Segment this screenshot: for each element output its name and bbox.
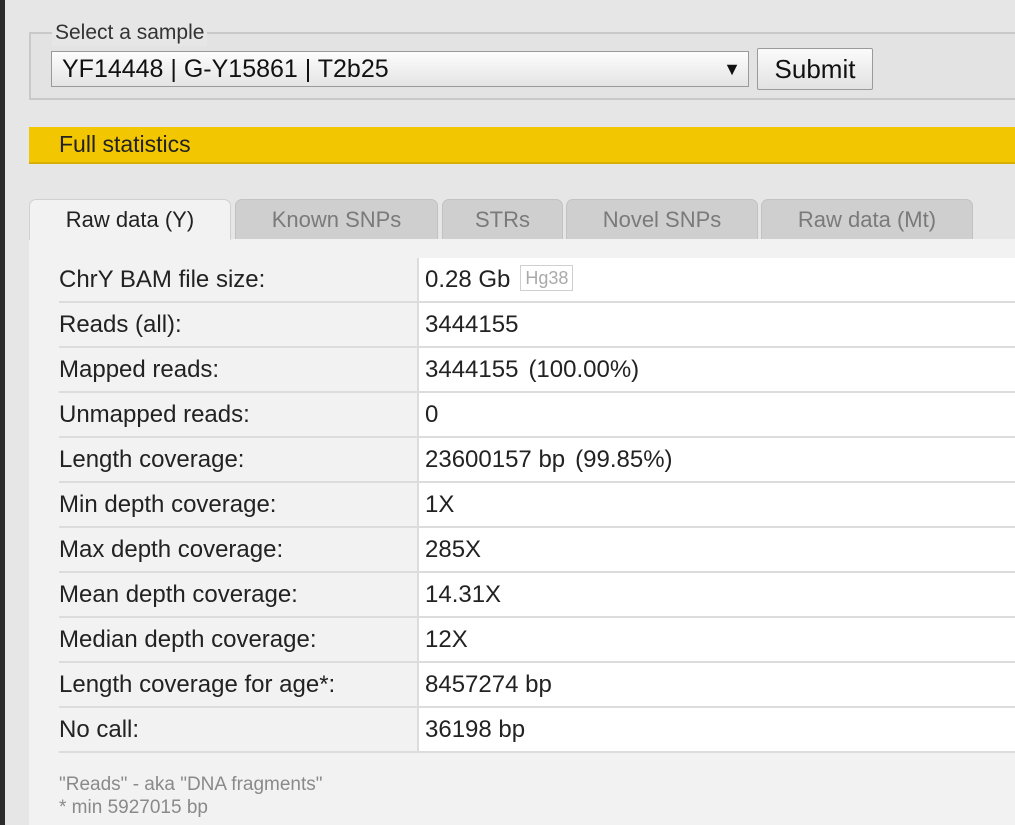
stat-label: Min depth coverage:: [59, 483, 419, 526]
stat-value-text: 3444155: [425, 356, 519, 383]
triangle-down-icon: ▼: [723, 59, 741, 79]
table-row: Length coverage for age*: 8457274 bp: [59, 663, 1015, 708]
tab-raw-data-mt[interactable]: Raw data (Mt): [761, 199, 973, 239]
table-row: ChrY BAM file size: 0.28 Gb Hg38: [59, 258, 1015, 303]
stat-value: 8457274 bp: [419, 663, 1015, 706]
stat-value: 23600157 bp (99.85%): [419, 438, 1015, 481]
stat-value: 14.31X: [419, 573, 1015, 616]
table-row: Reads (all): 3444155: [59, 303, 1015, 348]
stat-value: 3444155: [419, 303, 1015, 346]
stat-label: No call:: [59, 708, 419, 751]
stat-label: Mapped reads:: [59, 348, 419, 391]
footnote-reads: "Reads" - aka "DNA fragments": [59, 774, 323, 795]
stat-value-text: 0.28 Gb: [425, 266, 511, 293]
stat-label: Reads (all):: [59, 303, 419, 346]
genome-build-badge: Hg38: [520, 265, 574, 291]
sample-select-value: YF14448 | G-Y15861 | T2b25: [62, 55, 389, 83]
sample-select[interactable]: YF14448 | G-Y15861 | T2b25 ▼: [51, 51, 749, 87]
stat-label: Max depth coverage:: [59, 528, 419, 571]
stat-label: ChrY BAM file size:: [59, 258, 419, 301]
stat-value-text: 23600157 bp: [425, 446, 566, 473]
footnotes: "Reads" - aka "DNA fragments" * min 5927…: [59, 773, 323, 819]
stat-label: Mean depth coverage:: [59, 573, 419, 616]
table-row: No call: 36198 bp: [59, 708, 1015, 753]
table-row: Mean depth coverage: 14.31X: [59, 573, 1015, 618]
table-row: Mapped reads: 3444155 (100.00%): [59, 348, 1015, 393]
table-row: Min depth coverage: 1X: [59, 483, 1015, 528]
submit-button[interactable]: Submit: [757, 48, 873, 90]
stat-percentage: (99.85%): [575, 446, 673, 473]
stat-label: Median depth coverage:: [59, 618, 419, 661]
footnote-min: * min 5927015 bp: [59, 797, 208, 818]
stat-label: Unmapped reads:: [59, 393, 419, 436]
tab-known-snps[interactable]: Known SNPs: [235, 199, 438, 239]
stat-label: Length coverage for age*:: [59, 663, 419, 706]
stat-value: 0: [419, 393, 1015, 436]
table-row: Median depth coverage: 12X: [59, 618, 1015, 663]
stat-value: 285X: [419, 528, 1015, 571]
sample-selector-legend: Select a sample: [52, 20, 208, 46]
stat-value: 0.28 Gb Hg38: [419, 258, 1015, 301]
full-statistics-header: Full statistics: [29, 127, 1015, 164]
stat-percentage: (100.00%): [528, 356, 640, 383]
tab-strs[interactable]: STRs: [442, 199, 563, 239]
table-row: Unmapped reads: 0: [59, 393, 1015, 438]
tab-raw-data-y[interactable]: Raw data (Y): [29, 199, 231, 240]
statistics-table: ChrY BAM file size: 0.28 Gb Hg38 Reads (a…: [59, 258, 1015, 753]
stat-value: 3444155 (100.00%): [419, 348, 1015, 391]
table-row: Length coverage: 23600157 bp (99.85%): [59, 438, 1015, 483]
window-edge: [0, 0, 5, 825]
tab-novel-snps[interactable]: Novel SNPs: [566, 199, 758, 239]
stat-label: Length coverage:: [59, 438, 419, 481]
stat-value: 12X: [419, 618, 1015, 661]
table-row: Max depth coverage: 285X: [59, 528, 1015, 573]
stat-value: 1X: [419, 483, 1015, 526]
stat-value: 36198 bp: [419, 708, 1015, 751]
section-title: Full statistics: [59, 131, 191, 157]
